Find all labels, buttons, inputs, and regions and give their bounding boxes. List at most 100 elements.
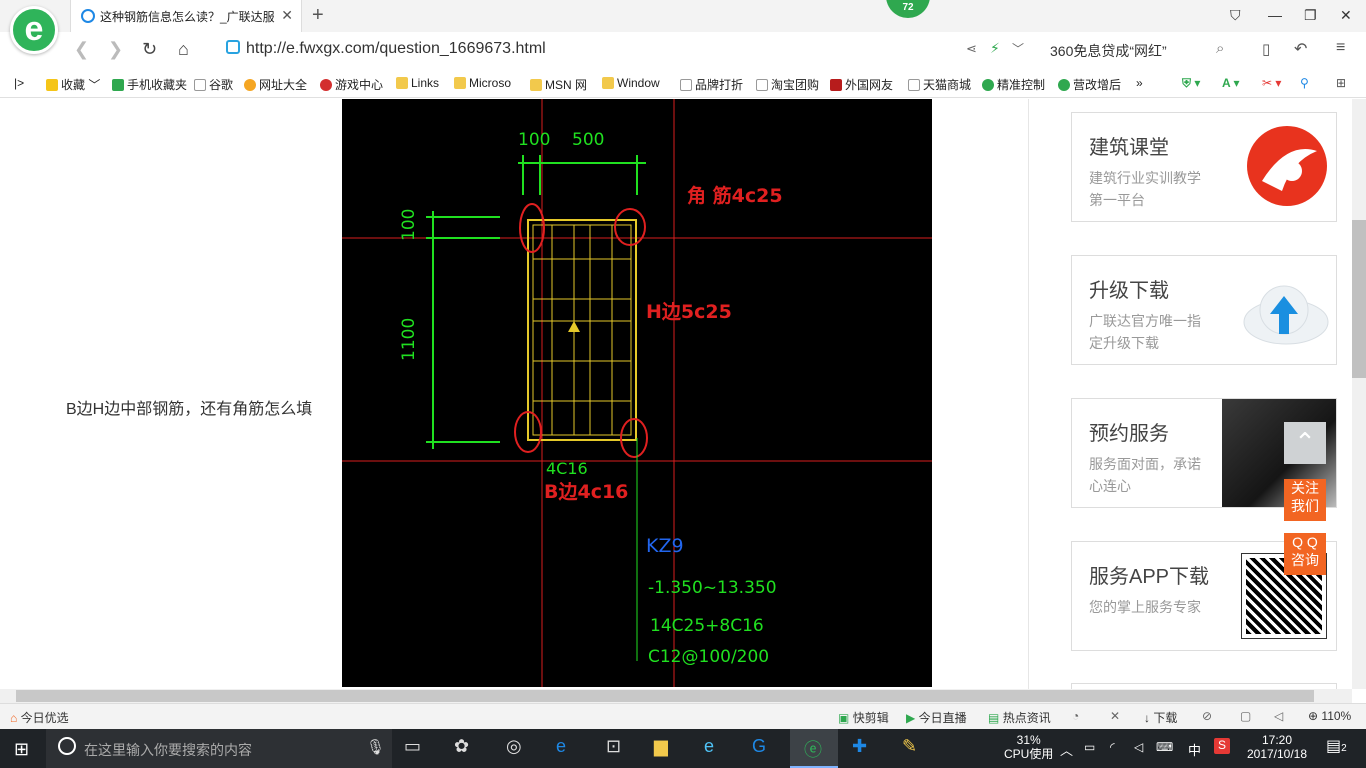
keyboard-icon[interactable]: ⌨	[1156, 740, 1173, 754]
edge-icon[interactable]: e	[556, 736, 566, 757]
star-icon	[46, 79, 58, 91]
cloud-download-icon	[1243, 285, 1329, 345]
bookmark-foreign[interactable]: 外国网友	[830, 76, 893, 93]
close-window-icon[interactable]: ✕	[1340, 7, 1352, 24]
magnifier-icon[interactable]: ⚲	[1300, 76, 1309, 90]
minimize-icon[interactable]: —	[1268, 7, 1282, 23]
taskbar-active-app[interactable]: ⓔ	[790, 729, 838, 768]
back-icon[interactable]: ❮	[74, 39, 89, 60]
gift-icon: ⌂	[10, 711, 18, 725]
annotation-b-green: 4C16	[546, 459, 588, 478]
cpu-percent: 31%	[1016, 733, 1041, 747]
bookmark-label: 游戏中心	[335, 78, 384, 92]
vertical-scrollbar[interactable]	[1352, 99, 1366, 689]
zoom-level[interactable]: ⊕ 110%	[1308, 709, 1351, 723]
more-bookmarks-icon[interactable]: »	[1136, 76, 1143, 90]
taskbar-search-input[interactable]: 在这里输入你要搜索的内容 🎙	[46, 729, 392, 768]
cpu-usage[interactable]: 31% CPU使用	[1004, 733, 1053, 761]
ime-indicator[interactable]: 中	[1188, 740, 1201, 759]
bookmark-links[interactable]: Links	[396, 76, 439, 90]
bookmark-microsoft[interactable]: Microso	[454, 76, 511, 90]
refresh-icon[interactable]: ↻	[142, 39, 157, 60]
qq-consult-button[interactable]: Q Q 咨询	[1284, 533, 1326, 575]
tools-icon[interactable]: ✕	[1110, 709, 1120, 723]
action-center-icon[interactable]: ▤2	[1326, 736, 1347, 756]
bookmark-precise[interactable]: 精准控制	[982, 76, 1045, 93]
chat-icon	[1058, 79, 1070, 91]
bookmark-msn[interactable]: MSN 网	[530, 76, 587, 93]
window-icon[interactable]: ▢	[1240, 709, 1251, 723]
bookmark-vat[interactable]: 营改增后	[1058, 76, 1121, 93]
app-swirl-icon[interactable]: ◎	[506, 736, 522, 757]
apps-icon[interactable]: ⊞	[1336, 76, 1346, 90]
undo-icon[interactable]: ↶	[1294, 39, 1307, 59]
dropdown-chevron-icon[interactable]: ﹀	[1012, 40, 1024, 57]
ie-icon[interactable]: e	[704, 736, 714, 757]
shield-icon[interactable]: ⛨ ▾	[1182, 76, 1200, 91]
dim-left-1: 100	[399, 209, 419, 241]
bookmark-windows[interactable]: Window	[602, 76, 660, 90]
lightning-icon[interactable]: ⚡	[990, 40, 1000, 57]
notes-icon[interactable]: ✎	[902, 736, 917, 757]
search-icon[interactable]: ⌕	[1216, 40, 1224, 57]
bookmark-mobile[interactable]: 手机收藏夹	[112, 76, 187, 93]
url-field[interactable]: http://e.fwxgx.com/question_1669673.html	[226, 40, 946, 60]
search-suggestion[interactable]: 360免息贷成“网红”	[1050, 41, 1167, 61]
bookmark-google[interactable]: 谷歌	[194, 76, 233, 93]
skin-icon[interactable]: ⛉	[1230, 7, 1241, 24]
tab-close-icon[interactable]: ✕	[281, 7, 293, 24]
app-g-icon[interactable]: G	[752, 736, 766, 757]
speed-icon[interactable]: ◔	[1072, 709, 1079, 723]
battery-icon[interactable]: ▭	[1084, 740, 1095, 754]
rebar-text: 14C25+8C16	[650, 616, 764, 636]
status-quick-edit[interactable]: ▣ 快剪辑	[838, 709, 889, 726]
file-explorer-icon[interactable]: ▆	[654, 736, 668, 757]
status-news[interactable]: ▤ 热点资讯	[988, 709, 1051, 726]
store-icon[interactable]: ⊡	[606, 736, 621, 757]
ie-mode-icon[interactable]: ⊘	[1202, 709, 1212, 723]
home-icon[interactable]: ⌂	[178, 39, 189, 60]
card-title: 升级下载	[1089, 280, 1169, 302]
bookmark-favorites[interactable]: 收藏 ﹀	[46, 76, 100, 93]
browser-logo-icon[interactable]: e	[10, 6, 58, 54]
translate-icon[interactable]: A ▾	[1222, 76, 1240, 90]
tab-active[interactable]: 这种钢筋信息怎么读？_广联达服 ✕	[70, 0, 302, 32]
back-to-top-icon[interactable]: ⌃	[1284, 422, 1326, 464]
task-view-icon[interactable]: ▭	[404, 736, 421, 757]
tray-chevron-icon[interactable]: ︿	[1060, 740, 1073, 759]
app-pinwheel-icon[interactable]: ✿	[454, 736, 469, 757]
today-picks[interactable]: ⌂ 今日优选	[10, 709, 69, 726]
card-course[interactable]: 建筑课堂 建筑行业实训教学第一平台	[1071, 112, 1337, 222]
bookmark-taobao[interactable]: 淘宝团购	[756, 76, 819, 93]
mobile-icon[interactable]: ▯	[1262, 40, 1270, 58]
status-live[interactable]: ▶ 今日直播	[906, 709, 967, 726]
sidebar-toggle-icon[interactable]: |>	[14, 76, 24, 90]
app-plus-icon[interactable]: ✚	[852, 736, 867, 757]
bookmark-games[interactable]: 游戏中心	[320, 76, 383, 93]
scissors-icon[interactable]: ✂ ▾	[1262, 76, 1281, 90]
follow-us-button[interactable]: 关注我们	[1284, 479, 1326, 521]
mute-icon[interactable]: ◁	[1274, 709, 1283, 723]
bookmark-tmall[interactable]: 天猫商城	[908, 76, 971, 93]
volume-icon[interactable]: ◁	[1134, 740, 1143, 754]
vertical-scroll-thumb[interactable]	[1352, 220, 1366, 378]
card-desc: 广联达官方唯一指定升级下载	[1089, 313, 1201, 351]
sogou-icon[interactable]: S	[1214, 738, 1230, 754]
bookmark-label: 手机收藏夹	[127, 78, 188, 92]
microphone-icon[interactable]: 🎙	[366, 738, 385, 756]
menu-icon[interactable]: ≡	[1336, 39, 1345, 57]
restore-icon[interactable]: ❐	[1304, 7, 1317, 24]
new-tab-icon[interactable]: +	[312, 4, 324, 27]
card-upgrade[interactable]: 升级下载 广联达官方唯一指定升级下载	[1071, 255, 1337, 365]
card-title: 预约服务	[1089, 423, 1169, 445]
bookmark-sites[interactable]: 网址大全	[244, 76, 307, 93]
windows-start-icon[interactable]: ⊞	[14, 739, 29, 760]
clock[interactable]: 17:20 2017/10/18	[1242, 733, 1312, 761]
annotation-b-side: B边4c16	[544, 481, 628, 503]
share-icon[interactable]: ⋖	[966, 41, 977, 57]
wifi-icon[interactable]: ◜	[1110, 740, 1115, 754]
bookmark-brand[interactable]: 品牌打折	[680, 76, 743, 93]
status-download[interactable]: ↓ 下载	[1144, 709, 1177, 726]
horizontal-scroll-thumb[interactable]	[16, 690, 1314, 702]
forward-icon[interactable]: ❯	[108, 39, 123, 60]
